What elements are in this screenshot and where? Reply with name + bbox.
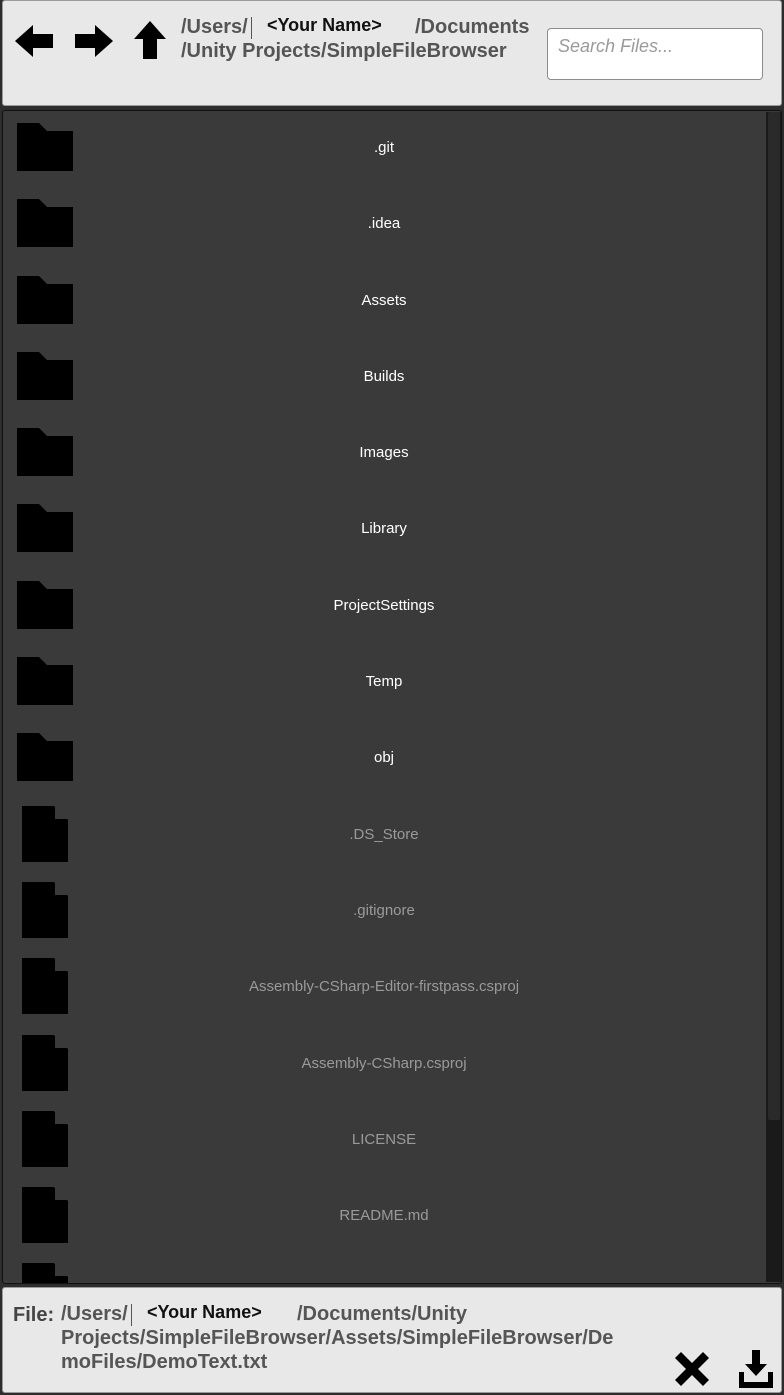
- file-list-items: .git .idea Assets Builds Images Library Projec…: [3, 111, 765, 1283]
- file-item[interactable]: Assembly-CSharp-Editor-firstpass.csproj: [3, 950, 765, 1026]
- filename-user-name: <Your Name>: [147, 1302, 262, 1322]
- file-name: Assembly-CSharp.csproj: [301, 1054, 467, 1072]
- bottom-bar: File: /Users/ <Your Name> /Documents/Uni…: [2, 1287, 782, 1393]
- file-list: .git .idea Assets Builds Images Library Projec…: [2, 110, 782, 1284]
- file-item[interactable]: .DS_Store: [3, 798, 765, 874]
- file-item[interactable]: LICENSE: [3, 1103, 765, 1179]
- folder-name: Images: [359, 444, 409, 462]
- folder-name: Assets: [361, 291, 407, 309]
- folder-name: ProjectSettings: [333, 596, 435, 614]
- scrollbar-thumb[interactable]: [768, 112, 780, 1120]
- forward-button[interactable]: [71, 19, 115, 63]
- file-name: LICENSE: [351, 1130, 417, 1148]
- path-user-name: <Your Name>: [267, 15, 382, 35]
- folder-item[interactable]: Library: [3, 492, 765, 568]
- filename-line-2: Projects/SimpleFileBrowser/Assets/Simple…: [61, 1327, 614, 1349]
- file-name: .DS_Store: [349, 825, 419, 843]
- download-icon: [739, 1350, 773, 1388]
- arrow-up-icon: [134, 21, 166, 59]
- file-item[interactable]: [3, 1255, 765, 1283]
- text-cursor: [131, 1304, 132, 1326]
- folder-item[interactable]: Images: [3, 416, 765, 492]
- file-item[interactable]: Assembly-CSharp.csproj: [3, 1027, 765, 1103]
- back-button[interactable]: [13, 19, 57, 63]
- file-name: .gitignore: [353, 901, 415, 919]
- folder-item[interactable]: Assets: [3, 264, 765, 340]
- file-name: README.md: [339, 1207, 429, 1225]
- file-icon: [22, 1263, 68, 1283]
- top-bar: /Users/ <Your Name> /Documents /Unity Pr…: [2, 0, 782, 106]
- file-item[interactable]: .gitignore: [3, 874, 765, 950]
- folder-item[interactable]: Temp: [3, 645, 765, 721]
- path-documents: /Documents: [415, 16, 530, 38]
- arrow-right-icon: [75, 25, 113, 57]
- text-cursor: [251, 17, 252, 39]
- folder-item[interactable]: ProjectSettings: [3, 569, 765, 645]
- search-input[interactable]: [547, 28, 763, 80]
- folder-item[interactable]: Builds: [3, 340, 765, 416]
- folder-item[interactable]: .git: [3, 111, 765, 187]
- save-button[interactable]: [735, 1348, 777, 1390]
- filename-line-3: moFiles/DemoText.txt: [61, 1351, 268, 1373]
- filename-users: /Users/: [61, 1303, 128, 1325]
- folder-item[interactable]: obj: [3, 721, 765, 797]
- filename-line-1-rest: /Documents/Unity: [297, 1303, 468, 1325]
- file-label: File:: [13, 1304, 55, 1326]
- folder-name: .idea: [367, 215, 401, 233]
- up-button[interactable]: [128, 19, 172, 63]
- folder-name: Temp: [365, 673, 403, 691]
- folder-name: Builds: [363, 367, 405, 385]
- cancel-button[interactable]: [671, 1348, 713, 1390]
- close-icon: [675, 1352, 709, 1386]
- filename-input[interactable]: /Users/ <Your Name> /Documents/Unity Pro…: [61, 1302, 661, 1374]
- file-item[interactable]: README.md: [3, 1179, 765, 1255]
- arrow-left-icon: [15, 25, 53, 57]
- folder-item[interactable]: .idea: [3, 187, 765, 263]
- file-name: Assembly-CSharp-Editor-firstpass.csproj: [248, 978, 520, 996]
- path-line-2: /Unity Projects/SimpleFileBrowser: [181, 40, 507, 62]
- folder-name: Library: [361, 520, 407, 538]
- path-users: /Users/: [181, 16, 248, 38]
- path-display[interactable]: /Users/ <Your Name> /Documents /Unity Pr…: [181, 15, 541, 63]
- folder-name: obj: [373, 749, 395, 767]
- folder-name: .git: [373, 139, 394, 156]
